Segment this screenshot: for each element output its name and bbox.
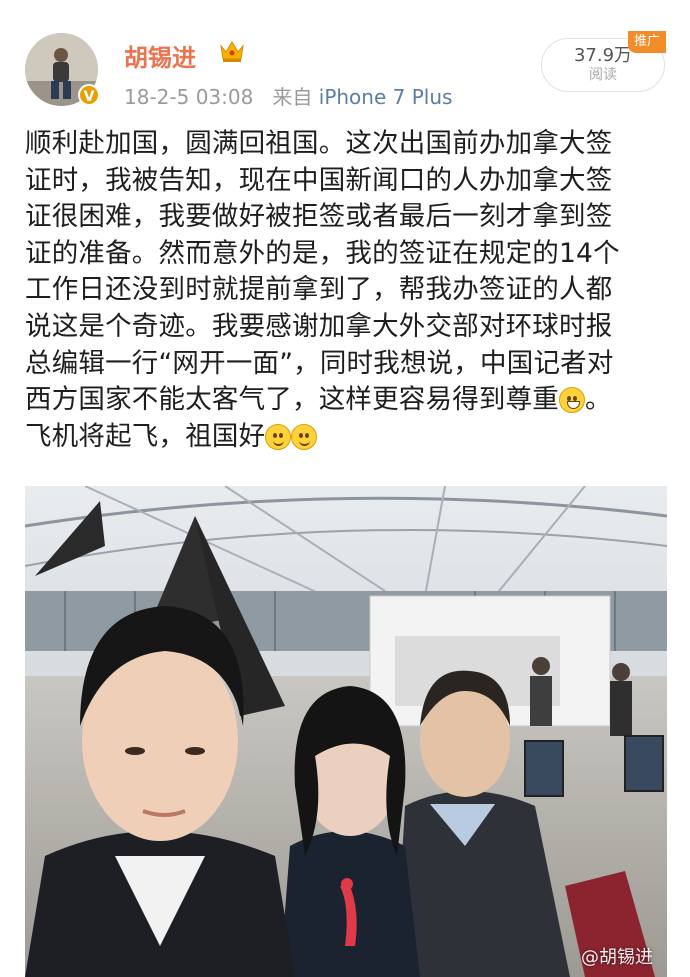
weibo-watermark: @胡锡进: [581, 947, 653, 968]
post-text-line: 证时，我被告知，现在中国新闻口的人办加拿大签: [25, 164, 613, 196]
source-prefix: 来自: [272, 85, 313, 109]
verified-v-icon: V: [78, 84, 100, 106]
promo-badge: 推广: [628, 31, 667, 53]
post-text-line: 西方国家不能太客气了，这样更容易得到尊重: [25, 384, 559, 416]
post-text-line-group: 西方国家不能太客气了，这样更容易得到尊重。: [25, 382, 675, 419]
post-text-line: 。: [585, 384, 612, 416]
post-text-line-group: 飞机将起飞，祖国好: [25, 419, 675, 456]
post-text-line: 工作日还没到时就提前拿到了，帮我办签证的人都: [25, 274, 613, 306]
username[interactable]: 胡锡进: [124, 38, 196, 73]
post-text-line: 顺利赴加国，圆满回祖国。这次出国前办加拿大签: [25, 128, 613, 159]
selfie-photo-illustration: [25, 486, 667, 977]
read-label: 阅读: [589, 67, 617, 83]
source-device-link[interactable]: iPhone 7 Plus: [319, 85, 453, 109]
smile-emoji-icon: [265, 423, 292, 450]
post-photo[interactable]: @胡锡进: [25, 486, 667, 977]
post-text-line: 总编辑一行“网开一面”，同时我想说，中国记者对: [25, 347, 614, 379]
smile-emoji-icon: [291, 423, 318, 450]
post-meta: 18-2-5 03:08 来自 iPhone 7 Plus: [124, 81, 452, 110]
post-text: 顺利赴加国，圆满回祖国。这次出国前办加拿大签 证时，我被告知，现在中国新闻口的人…: [25, 126, 675, 455]
grin-emoji-icon: [559, 387, 585, 414]
post-text-line: 证很困难，我要做好被拒签或者最后一刻才拿到签: [25, 201, 613, 233]
post-text-line: 飞机将起飞，祖国好: [25, 420, 266, 452]
post-text-line: 证的准备。然而意外的是，我的签证在规定的14个: [25, 237, 620, 269]
post-text-line: 说这是个奇迹。我要感谢加拿大外交部对环球时报: [25, 310, 613, 342]
vip-crown-icon: [220, 41, 244, 62]
post-timestamp: 18-2-5 03:08: [124, 85, 254, 109]
